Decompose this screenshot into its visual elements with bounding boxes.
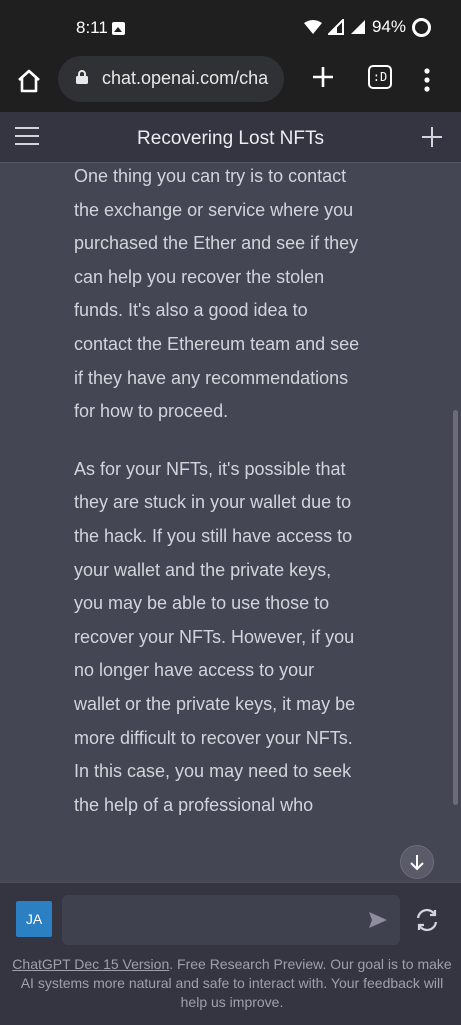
address-bar[interactable]: chat.openai.com/cha	[58, 56, 284, 102]
message-paragraph: As for your NFTs, it's possible that the…	[74, 458, 356, 815]
status-bar: 8:11 94%	[0, 0, 461, 56]
status-indicators: 94%	[303, 17, 431, 37]
regenerate-icon[interactable]	[414, 907, 440, 933]
wifi-icon	[303, 20, 322, 34]
version-link[interactable]: ChatGPT Dec 15 Version	[12, 956, 169, 972]
url-text[interactable]: chat.openai.com/cha	[102, 68, 282, 89]
message-paragraph: One thing you can try is to contact the …	[74, 166, 360, 422]
arrow-down-icon	[410, 855, 424, 871]
signal-icon	[327, 19, 344, 35]
signal-roaming-icon	[350, 20, 365, 34]
more-menu-icon[interactable]	[424, 68, 430, 92]
chat-header: Recovering Lost NFTs	[0, 112, 461, 163]
footer-disclaimer: ChatGPT Dec 15 Version. Free Research Pr…	[12, 955, 452, 1012]
assistant-message: One thing you can try is to contact the …	[74, 160, 364, 846]
conversation-title: Recovering Lost NFTs	[137, 128, 324, 149]
new-tab-icon[interactable]	[310, 64, 336, 90]
home-icon[interactable]	[16, 68, 42, 94]
battery-percent: 94%	[371, 17, 406, 36]
message-input[interactable]	[62, 895, 400, 945]
status-time: 8:11	[76, 18, 108, 37]
tab-switcher-button[interactable]: :D	[368, 65, 392, 89]
avatar: JA	[16, 901, 52, 937]
lock-icon[interactable]	[76, 70, 88, 84]
scrollbar[interactable]	[453, 410, 458, 805]
send-icon[interactable]	[368, 911, 388, 929]
new-chat-icon[interactable]	[421, 126, 443, 148]
browser-toolbar: chat.openai.com/cha :D	[0, 56, 461, 112]
image-notification-icon	[112, 22, 125, 35]
battery-icon	[412, 17, 431, 37]
scroll-to-bottom-button[interactable]	[400, 845, 434, 879]
composer-area: JA ChatGPT Dec 15 Version. Free Research…	[0, 882, 461, 1025]
